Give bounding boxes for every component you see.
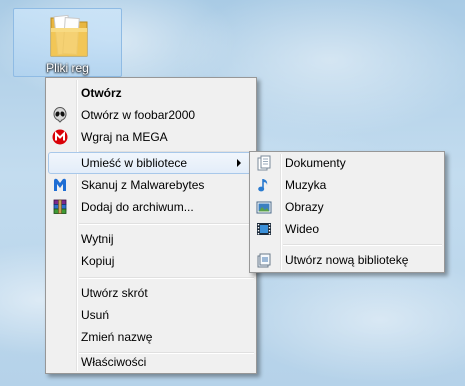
desktop-icon-label: Pliki reg — [46, 61, 89, 75]
menu-item-add-to-archive[interactable]: Dodaj do archiwum... — [48, 196, 254, 218]
menu-item-label: Umieść w bibliotece — [81, 156, 188, 170]
menu-item-rename[interactable]: Zmień nazwę — [48, 326, 254, 348]
menu-item-cut[interactable]: Wytnij — [48, 228, 254, 250]
winrar-icon — [53, 199, 67, 214]
menu-item-label: Otwórz w foobar2000 — [81, 108, 196, 122]
documents-library-icon — [257, 155, 271, 171]
menu-item-label: Dodaj do archiwum... — [81, 200, 194, 214]
desktop-folder-icon-selected[interactable]: Pliki reg — [13, 8, 122, 77]
menu-separator — [79, 277, 254, 279]
new-library-icon — [257, 253, 271, 268]
menu-item-label: Kopiuj — [81, 254, 115, 268]
submenu-item-pictures[interactable]: Obrazy — [252, 196, 442, 218]
submenu-separator — [283, 244, 442, 246]
music-library-icon — [258, 179, 268, 192]
submenu-item-label: Wideo — [285, 222, 320, 236]
menu-item-properties[interactable]: Właściwości — [48, 351, 254, 373]
menu-item-label: Właściwości — [81, 355, 147, 369]
menu-item-label: Utwórz skrót — [81, 286, 148, 300]
foobar-alien-icon — [53, 107, 67, 123]
menu-item-include-in-library[interactable]: Umieść w bibliotece — [48, 152, 254, 174]
video-library-icon — [257, 223, 271, 235]
mega-icon — [52, 129, 68, 145]
menu-item-open[interactable]: Otwórz — [48, 82, 254, 104]
submenu-item-label: Obrazy — [285, 200, 324, 214]
menu-separator — [79, 223, 254, 225]
menu-item-create-shortcut[interactable]: Utwórz skrót — [48, 282, 254, 304]
pictures-library-icon — [256, 201, 272, 214]
submenu-item-documents[interactable]: Dokumenty — [252, 152, 442, 174]
folder-icon — [50, 14, 88, 57]
submenu-item-music[interactable]: Muzyka — [252, 174, 442, 196]
menu-item-label: Otwórz — [81, 86, 122, 100]
submenu-item-label: Utwórz nową bibliotekę — [285, 253, 409, 267]
submenu-item-label: Muzyka — [285, 178, 327, 192]
menu-item-label: Wytnij — [81, 232, 114, 246]
menu-item-copy[interactable]: Kopiuj — [48, 250, 254, 272]
submenu-item-create-new-library[interactable]: Utwórz nową bibliotekę — [252, 249, 442, 271]
library-submenu: Dokumenty Muzyka Obrazy Wideo Utwórz now… — [249, 151, 445, 273]
submenu-item-video[interactable]: Wideo — [252, 218, 442, 240]
menu-item-label: Usuń — [81, 308, 110, 322]
menu-item-label: Wgraj na MEGA — [81, 130, 168, 144]
malwarebytes-icon — [54, 178, 66, 191]
submenu-arrow-icon — [237, 159, 241, 167]
menu-item-label: Skanuj z Malwarebytes — [81, 178, 205, 192]
menu-item-delete[interactable]: Usuń — [48, 304, 254, 326]
context-menu: Otwórz Otwórz w foobar2000 Wgraj na MEGA… — [45, 77, 257, 374]
menu-item-open-foobar[interactable]: Otwórz w foobar2000 — [48, 104, 254, 126]
menu-item-scan-malwarebytes[interactable]: Skanuj z Malwarebytes — [48, 174, 254, 196]
submenu-item-label: Dokumenty — [285, 156, 346, 170]
menu-item-upload-mega[interactable]: Wgraj na MEGA — [48, 126, 254, 148]
menu-item-label: Zmień nazwę — [81, 330, 153, 344]
